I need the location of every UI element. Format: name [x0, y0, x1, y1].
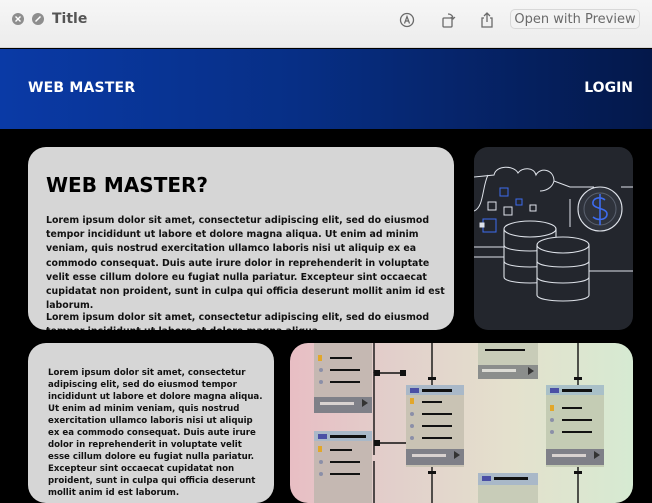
site-navbar: WEB MASTER LOGIN — [0, 49, 652, 129]
open-with-preview-button[interactable]: Open with Preview — [510, 9, 640, 29]
database-schema-diagram — [314, 343, 604, 503]
window-title: Title — [52, 11, 88, 27]
schema-table — [478, 343, 538, 379]
key-icon — [318, 355, 322, 361]
schema-table — [478, 473, 538, 503]
info-card: Lorem ipsum dolor sit amet, consectetur … — [28, 343, 274, 503]
info-paragraph: Lorem ipsum dolor sit amet, consectetur … — [48, 368, 263, 498]
close-icon — [15, 16, 21, 22]
window-titlebar: Title Open with Preview — [0, 0, 652, 48]
hero-paragraph-2: Lorem ipsum dolor sit amet, consectetur … — [46, 312, 430, 330]
minimize-icon — [35, 16, 41, 22]
login-link[interactable]: LOGIN — [584, 80, 633, 96]
close-button[interactable] — [12, 13, 24, 25]
hero-paragraph: Lorem ipsum dolor sit amet, consectetur … — [46, 215, 445, 312]
schema-table — [314, 343, 372, 413]
share-icon — [481, 12, 493, 28]
share-button[interactable] — [477, 10, 497, 30]
minimize-button[interactable] — [32, 13, 44, 25]
markup-pen-icon — [399, 12, 415, 28]
cloud-database-illustration — [474, 166, 633, 302]
schema-table — [546, 385, 604, 467]
illustration-card — [474, 147, 633, 330]
database-icon — [503, 220, 590, 302]
brand-logo-text[interactable]: WEB MASTER — [28, 80, 135, 96]
schema-table — [314, 431, 372, 503]
dollar-coin-icon — [577, 186, 623, 232]
markup-button[interactable] — [397, 10, 417, 30]
rotate-icon — [442, 13, 456, 28]
schema-table — [406, 385, 464, 467]
hero-heading: WEB MASTER? — [46, 173, 209, 197]
hero-card: WEB MASTER? Lorem ipsum dolor sit amet, … — [28, 147, 454, 330]
schema-diagram-card — [290, 343, 633, 503]
rotate-button[interactable] — [438, 10, 458, 30]
